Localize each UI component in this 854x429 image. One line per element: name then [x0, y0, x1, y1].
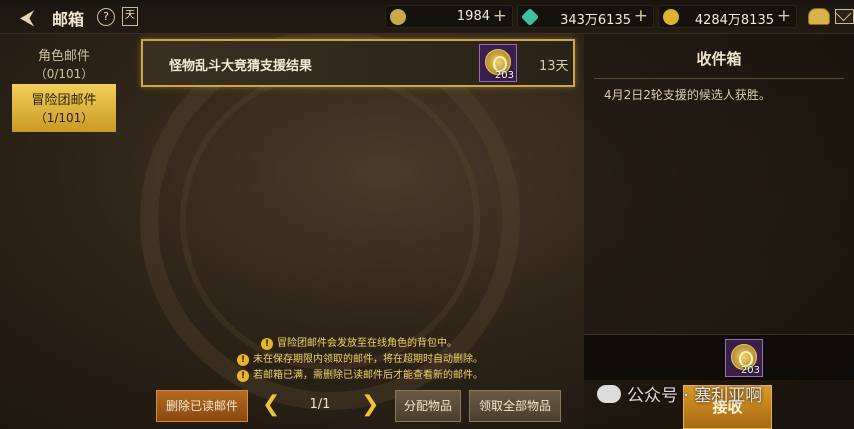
tab-count: （1/101）: [34, 111, 94, 125]
watermark: 公众号 · 塞利亚啊: [597, 381, 762, 406]
warning-icon: !: [237, 370, 249, 382]
mail-expiry: 13天: [539, 59, 569, 74]
resource-crystal: 343万6135 +: [517, 5, 654, 28]
notice-text: 未在保存期限内领取的邮件，将在超期时自动删除。: [253, 354, 483, 365]
add-icon[interactable]: +: [493, 6, 507, 26]
crystal-icon: [520, 7, 540, 27]
tab-count: （0/101）: [34, 67, 94, 81]
warning-icon: !: [261, 338, 273, 350]
notice-text: 冒险团邮件会发放至在线角色的背包中。: [277, 338, 457, 349]
resource-value: 1984: [456, 9, 490, 24]
mail-icon[interactable]: [835, 9, 854, 24]
attachment-item-icon[interactable]: 203: [725, 339, 763, 377]
notice-list: ! 冒险团邮件会发放至在线角色的背包中。 ! 未在保存期限内领取的邮件，将在超期时自…: [225, 337, 490, 385]
calendar-icon[interactable]: 天: [122, 7, 138, 26]
add-icon[interactable]: +: [777, 6, 791, 26]
resource-c-token: 1984 +: [385, 5, 513, 28]
page-indicator: 1/1: [309, 397, 331, 412]
tab-label: 角色邮件: [37, 49, 90, 64]
notice-item: ! 未在保存期限内领取的邮件，将在超期时自动删除。: [237, 353, 490, 369]
notice-text: 若邮箱已满，需删除已读邮件后才能查看新的邮件。: [253, 370, 483, 381]
notice-item: ! 冒险团邮件会发放至在线角色的背包中。: [261, 337, 490, 353]
gold-bag-icon[interactable]: [808, 8, 830, 25]
page-title: 邮箱: [52, 10, 85, 29]
tab-character-mail[interactable]: 角色邮件 （0/101）: [12, 40, 116, 88]
watermark-text: 公众号 · 塞利亚啊: [627, 386, 763, 406]
divider: [594, 78, 844, 79]
inbox-title: 收件箱: [696, 50, 742, 68]
resource-gold: 4284万8135 +: [658, 5, 797, 28]
resource-value: 343万6135: [560, 13, 631, 28]
top-bar: ⮜ 邮箱 ? 天 1984 + 343万6135 + 4284万8135 +: [0, 0, 854, 34]
attachment-bar: 203: [584, 334, 854, 380]
inbox-message: 4月2日2轮支援的候选人获胜。: [604, 88, 771, 102]
tab-adventure-team-mail[interactable]: 冒险团邮件 （1/101）: [12, 84, 116, 132]
tab-label: 冒险团邮件: [31, 93, 97, 108]
wechat-icon: [597, 385, 621, 403]
item-count: 203: [494, 70, 514, 81]
chevron-right-icon[interactable]: ❯: [361, 393, 379, 417]
claim-all-button[interactable]: 领取全部物品: [469, 390, 561, 422]
warning-icon: !: [237, 354, 249, 366]
c-token-icon: [390, 9, 406, 25]
gold-coin-icon: [663, 9, 679, 25]
background-ring-inner: [180, 70, 480, 370]
delete-read-button[interactable]: 删除已读邮件: [156, 390, 248, 422]
chevron-left-icon[interactable]: ❮: [262, 393, 280, 417]
distribute-items-button[interactable]: 分配物品: [395, 390, 461, 422]
item-count: 203: [740, 365, 760, 376]
resource-value: 4284万8135: [694, 13, 774, 28]
back-arrow-icon[interactable]: ⮜: [20, 6, 44, 28]
notice-item: ! 若邮箱已满，需删除已读邮件后才能查看新的邮件。: [237, 369, 490, 385]
add-icon[interactable]: +: [634, 6, 648, 26]
mail-list-item[interactable]: 怪物乱斗大竞猜支援结果 203 13天: [141, 39, 575, 87]
mail-subject: 怪物乱斗大竞猜支援结果: [169, 59, 313, 74]
attachment-item-icon[interactable]: 203: [479, 44, 517, 82]
question-icon[interactable]: ?: [97, 8, 115, 26]
